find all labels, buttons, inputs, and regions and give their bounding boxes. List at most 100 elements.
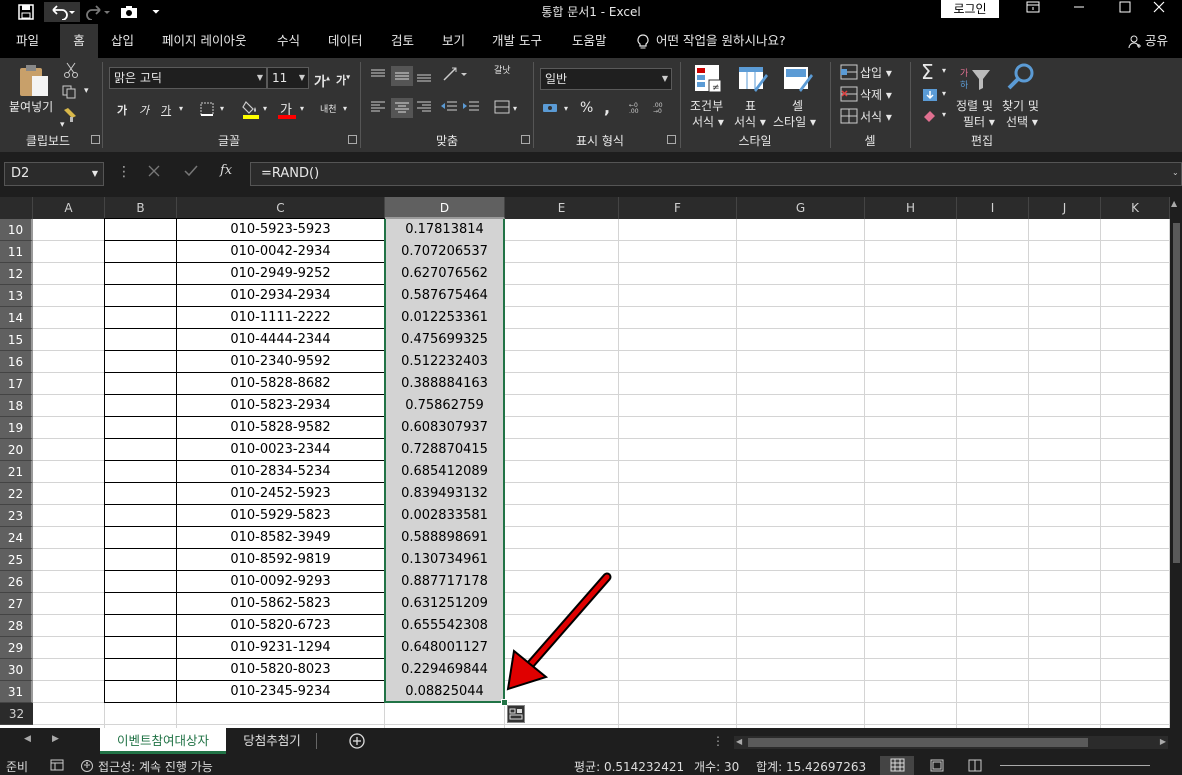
align-middle-icon[interactable] — [391, 66, 413, 86]
tab-developer[interactable]: 개발 도구 — [492, 24, 542, 58]
align-center-icon[interactable] — [391, 98, 413, 118]
delete-cells-icon[interactable] — [840, 86, 858, 105]
column-header-c[interactable]: C — [177, 197, 385, 219]
phonetic-button[interactable]: 내천 — [320, 102, 337, 115]
paste-icon[interactable] — [18, 64, 50, 101]
phone-cell[interactable]: 010-5823-2934 — [177, 395, 384, 417]
more-options-icon[interactable]: ⋮ — [117, 164, 131, 180]
accounting-dropdown-icon[interactable]: ▾ — [564, 104, 568, 113]
phone-cell[interactable]: 010-2452-5923 — [177, 483, 384, 505]
increase-indent-icon[interactable] — [462, 100, 480, 117]
merge-dropdown-icon[interactable]: ▾ — [513, 104, 517, 113]
border-icon[interactable] — [200, 102, 214, 119]
page-layout-view-icon[interactable] — [930, 759, 944, 775]
row-header[interactable]: 31 — [0, 681, 33, 703]
row-header[interactable]: 14 — [0, 307, 33, 329]
row-header[interactable]: 11 — [0, 241, 33, 263]
chevron-down-icon[interactable]: ▼ — [92, 163, 98, 185]
tab-insert[interactable]: 삽입 — [111, 24, 134, 58]
paste-label[interactable]: 붙여넣기 — [9, 98, 53, 115]
row-header[interactable]: 15 — [0, 329, 33, 351]
align-left-icon[interactable] — [370, 100, 386, 117]
row-header[interactable]: 16 — [0, 351, 33, 373]
border-dropdown-icon[interactable]: ▾ — [220, 104, 224, 113]
select-all-corner[interactable] — [0, 197, 33, 219]
row-header[interactable]: 19 — [0, 417, 33, 439]
worksheet-grid[interactable]: ABCDEFGHIJK 10 11 12 13 14 15 16 17 18 19 20 21 22 23… — [0, 197, 1170, 728]
font-size-select[interactable]: 11 ▼ — [267, 67, 309, 89]
phone-cell[interactable]: 010-8592-9819 — [177, 549, 384, 571]
autosum-icon[interactable]: Σ — [921, 60, 934, 84]
login-button[interactable]: 로그인 — [941, 0, 999, 18]
copy-dropdown-icon[interactable]: ▾ — [84, 86, 89, 96]
conditional-format-label-1[interactable]: 조건부 — [690, 97, 723, 114]
row-header[interactable]: 12 — [0, 263, 33, 285]
phone-cell[interactable]: 010-5929-5823 — [177, 505, 384, 527]
cut-icon[interactable] — [64, 62, 78, 81]
phone-cell[interactable]: 010-0092-9293 — [177, 571, 384, 593]
confirm-entry-icon[interactable] — [183, 164, 199, 181]
phone-cell[interactable]: 010-5923-5923 — [177, 219, 384, 241]
sheet-tab-lottery[interactable]: 당첨추첨기 — [232, 728, 312, 754]
conditional-format-icon[interactable]: ≠ — [694, 64, 724, 97]
next-sheet-icon[interactable]: ▶ — [52, 734, 59, 744]
cell-styles-icon[interactable] — [783, 64, 813, 97]
font-launcher-icon[interactable] — [348, 135, 357, 144]
row-header[interactable]: 24 — [0, 527, 33, 549]
phone-cell[interactable]: 010-1111-2222 — [177, 307, 384, 329]
row-header[interactable]: 28 — [0, 615, 33, 637]
cell-styles-label-1[interactable]: 셀 — [792, 97, 803, 114]
phone-cell[interactable]: 010-9231-1294 — [177, 637, 384, 659]
prev-sheet-icon[interactable]: ◀ — [24, 734, 31, 744]
name-box[interactable]: D2 ▼ — [4, 162, 104, 186]
close-icon[interactable] — [1136, 0, 1182, 24]
bold-button[interactable]: 가 — [117, 102, 127, 118]
row-header[interactable]: 25 — [0, 549, 33, 571]
column-header-h[interactable]: H — [865, 197, 957, 219]
sheet-tab-active[interactable]: 이벤트참여대상자 — [100, 728, 226, 754]
autosum-dropdown-icon[interactable]: ▾ — [942, 66, 946, 75]
accessibility-icon[interactable] — [80, 759, 94, 775]
scroll-up-icon[interactable]: ▲ — [1171, 199, 1177, 208]
sort-filter-label-1[interactable]: 정렬 및 — [956, 97, 993, 114]
sort-filter-icon[interactable]: 가하 — [958, 64, 992, 95]
phonetic-dropdown-icon[interactable]: ▾ — [343, 104, 347, 113]
column-header-i[interactable]: I — [957, 197, 1029, 219]
sheet-options-icon[interactable]: ⋮ — [712, 734, 724, 748]
row-header[interactable]: 29 — [0, 637, 33, 659]
phone-cell[interactable]: 010-8582-3949 — [177, 527, 384, 549]
find-select-label-2[interactable]: 선택 ▾ — [1006, 113, 1038, 130]
column-header-e[interactable]: E — [505, 197, 619, 219]
column-header-a[interactable]: A — [33, 197, 105, 219]
percent-button[interactable]: % — [580, 100, 593, 116]
column-header-j[interactable]: J — [1029, 197, 1101, 219]
format-cells-icon[interactable] — [840, 108, 858, 127]
format-as-table-icon[interactable] — [738, 64, 768, 97]
phone-cell[interactable]: 010-5820-6723 — [177, 615, 384, 637]
minimize-icon[interactable] — [1056, 0, 1102, 24]
tab-review[interactable]: 검토 — [391, 24, 414, 58]
row-header[interactable]: 26 — [0, 571, 33, 593]
insert-cells-icon[interactable] — [840, 64, 858, 83]
tell-me-search[interactable]: 어떤 작업을 원하시나요? — [636, 24, 786, 58]
align-bottom-icon[interactable] — [416, 68, 432, 85]
zoom-slider[interactable] — [1000, 765, 1150, 766]
tab-home[interactable]: 홈 — [60, 24, 98, 58]
insert-function-button[interactable]: fx — [220, 163, 232, 178]
underline-dropdown-icon[interactable]: ▾ — [179, 104, 183, 113]
shrink-font-button[interactable]: 가▾ — [336, 72, 350, 88]
scroll-left-icon[interactable]: ◀ — [736, 737, 742, 746]
page-break-view-icon[interactable] — [968, 759, 982, 775]
format-cells-label[interactable]: 서식 ▾ — [860, 108, 892, 125]
wrap-text-button[interactable]: 갈낫 — [494, 66, 511, 76]
align-top-icon[interactable] — [370, 68, 386, 85]
accounting-format-icon[interactable] — [542, 101, 560, 118]
column-header-g[interactable]: G — [737, 197, 865, 219]
row-header[interactable]: 21 — [0, 461, 33, 483]
underline-button[interactable]: 가 — [161, 102, 171, 118]
comma-button[interactable]: , — [604, 98, 610, 117]
phone-cell[interactable]: 010-2340-9592 — [177, 351, 384, 373]
row-header[interactable]: 10 — [0, 219, 33, 241]
grow-font-button[interactable]: 가▴ — [314, 71, 330, 90]
format-as-table-label-2[interactable]: 서식 ▾ — [734, 113, 766, 130]
